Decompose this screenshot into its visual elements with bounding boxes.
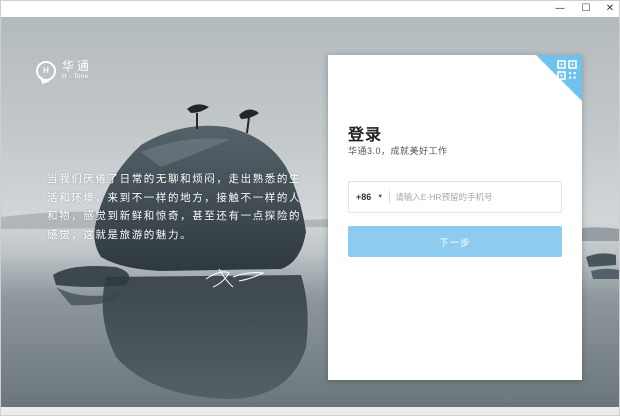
login-title: 登录 (348, 127, 383, 144)
phone-input[interactable] (395, 192, 546, 202)
login-card: 登录 华通3.0，成就美好工作 +86 ▼ 下一步 (328, 55, 582, 380)
next-step-button[interactable]: 下一步 (348, 226, 562, 257)
minimize-button[interactable]: — (549, 1, 571, 17)
close-button[interactable]: ✕ (599, 1, 620, 17)
login-subtitle: 华通3.0，成就美好工作 (348, 146, 448, 156)
window-bottom-edge (1, 407, 619, 415)
login-window: — ☐ ✕ H 华通 H - Tone 当我们厌倦了日常的无聊和烦闷，走出熟悉的… (0, 0, 620, 416)
phone-field: +86 ▼ (348, 181, 562, 213)
travel-quote: 当我们厌倦了日常的无聊和烦闷，走出熟悉的生活和环境，来到不一样的地方，接触不一样… (47, 173, 302, 241)
brand-logo: H 华通 H - Tone (36, 60, 92, 81)
brand-name-en: H - Tone (62, 74, 89, 80)
field-divider (389, 191, 391, 203)
maximize-button[interactable]: ☐ (575, 1, 597, 17)
title-bar: — ☐ ✕ (1, 1, 619, 17)
brand-name-cn: 华通 (62, 59, 93, 73)
brand-mark-icon: H (36, 60, 56, 81)
brand-text: 华通 H - Tone (62, 60, 92, 81)
qr-code-icon[interactable] (536, 55, 582, 101)
chevron-down-icon[interactable]: ▼ (377, 194, 383, 200)
country-code-select[interactable]: +86 (356, 192, 371, 202)
